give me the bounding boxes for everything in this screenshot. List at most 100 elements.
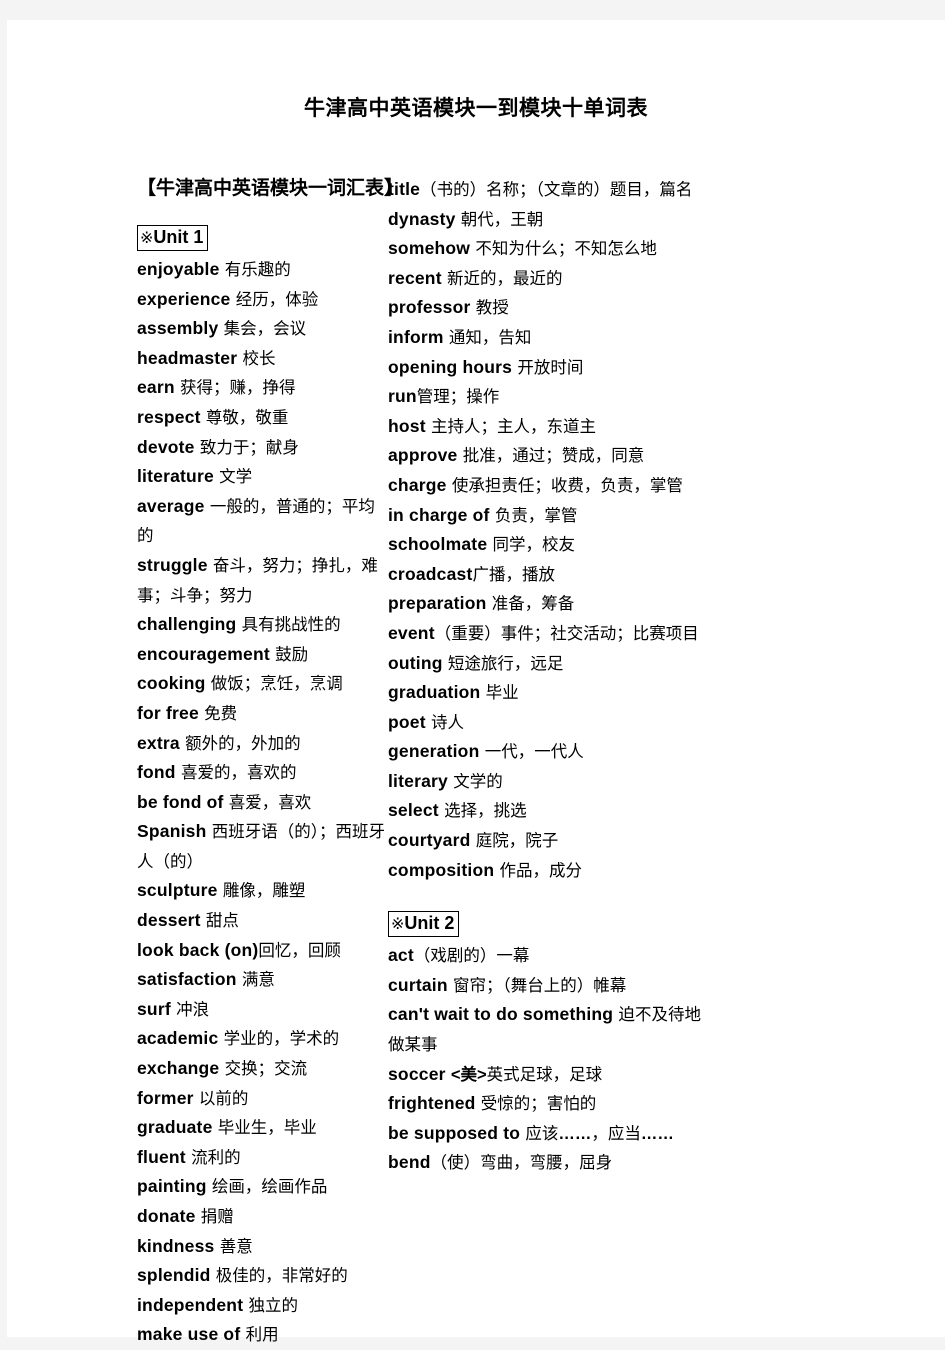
vocabulary-entry: bend（使）弯曲，弯腰，屈身: [388, 1148, 713, 1178]
page-title: 牛津高中英语模块一到模块十单词表: [304, 97, 648, 120]
vocabulary-entry: be supposed to 应该……，应当……: [388, 1119, 713, 1149]
vocabulary-entry: opening hours 开放时间: [388, 353, 713, 383]
entry-gloss: 毕业: [480, 683, 519, 703]
vocabulary-entry: outing 短途旅行，远足: [388, 649, 713, 679]
entry-gloss: 通知，告知: [443, 327, 532, 347]
vocabulary-entry: professor 教授: [388, 293, 713, 323]
entry-word: preparation: [388, 593, 487, 614]
entry-gloss: 捐赠: [195, 1207, 234, 1226]
reference-mark-icon: ※: [391, 914, 405, 934]
entry-word: professor: [388, 297, 471, 318]
entry-gloss: 善意: [214, 1236, 253, 1256]
page-background: 牛津高中英语模块一到模块十单词表 【牛津高中英语模块一词汇表】 ※Unit 1 …: [0, 0, 945, 1344]
vocabulary-entry: run管理；操作: [388, 382, 713, 412]
entry-gloss: 新近的，最近的: [441, 268, 563, 288]
entry-word: run: [388, 386, 417, 407]
entry-gloss: 作品，成分: [494, 860, 582, 880]
entry-word: event: [388, 622, 435, 643]
entry-word: be supposed to: [388, 1122, 521, 1143]
entry-gloss: 利用: [240, 1325, 279, 1345]
vocabulary-entry: make use of 利用: [137, 1320, 388, 1350]
vocabulary-entry: preparation 准备，筹备: [388, 589, 713, 619]
entry-word: approve: [388, 445, 458, 466]
entry-gloss: 负责，掌管: [489, 505, 578, 525]
entry-gloss: 朝代，王朝: [455, 209, 544, 229]
entry-gloss: （书的）名称；（文章的）题目，篇名: [420, 180, 693, 199]
entry-gloss: <美>英式足球，足球: [450, 1064, 603, 1084]
right-column-unit1-entries: title（书的）名称；（文章的）题目，篇名 dynasty 朝代，王朝 someh…: [388, 175, 713, 885]
vocabulary-entry: can't wait to do something 迫不及待地做某事: [388, 1000, 713, 1059]
vocabulary-entry: event（重要）事件；社交活动；比赛项目: [388, 619, 713, 649]
entry-gloss: 诗人: [425, 712, 464, 732]
entry-word: make use of: [137, 1324, 241, 1345]
vocabulary-entry: act（戏剧的）一幕: [388, 941, 713, 971]
entry-word: poet: [388, 711, 426, 732]
vocabulary-entry: host 主持人；主人，东道主: [388, 412, 713, 442]
entry-gloss: 使承担责任；收费，负责，掌管: [446, 475, 683, 495]
entry-word: generation: [388, 741, 480, 762]
entry-gloss: 窗帘；（舞台上的）帷幕: [447, 975, 627, 995]
entry-gloss: 独立的: [243, 1295, 298, 1315]
entry-word: inform: [388, 326, 444, 347]
entry-word: recent: [388, 267, 442, 288]
vocabulary-entry: approve 批准，通过；赞成，同意: [388, 441, 713, 471]
entry-gloss: 不知为什么；不知怎么地: [470, 239, 657, 259]
entry-word: courtyard: [388, 830, 471, 851]
vocabulary-entry: charge 使承担责任；收费，负责，掌管: [388, 471, 713, 501]
entry-gloss: 极佳的，非常好的: [210, 1266, 348, 1286]
two-column-body: 【牛津高中英语模块一词汇表】 ※Unit 1 enjoyable 有乐趣的 exp…: [7, 175, 945, 1350]
entry-word: act: [388, 945, 414, 966]
entry-gloss: （戏剧的）一幕: [413, 946, 530, 966]
vocabulary-entry: inform 通知，告知: [388, 323, 713, 353]
vocabulary-entry: somehow 不知为什么；不知怎么地: [388, 234, 713, 264]
vocabulary-entry: recent 新近的，最近的: [388, 264, 713, 294]
entry-word: kindness: [137, 1235, 215, 1256]
entry-word: charge: [388, 474, 447, 495]
vocabulary-entry: splendid 极佳的，非常好的: [137, 1261, 388, 1291]
entry-word: title: [388, 179, 421, 199]
entry-word: frightened: [388, 1093, 476, 1114]
entry-gloss: 受惊的；害怕的: [475, 1094, 597, 1114]
entry-gloss: 管理；操作: [416, 387, 500, 407]
entry-gloss: 选择，挑选: [438, 801, 527, 821]
entry-gloss: 准备，筹备: [486, 594, 575, 614]
right-column-unit2-entries: act（戏剧的）一幕 curtain 窗帘；（舞台上的）帷幕 can't wait …: [388, 941, 713, 1178]
entry-gloss: 应该……，应当……: [520, 1123, 674, 1143]
entry-word: literary: [388, 770, 448, 791]
vocabulary-entry: graduation 毕业: [388, 678, 713, 708]
vocabulary-entry: generation 一代，一代人: [388, 737, 713, 767]
entry-word: composition: [388, 859, 495, 880]
vocabulary-entry: composition 作品，成分: [388, 856, 713, 886]
entry-gloss: 文学的: [447, 771, 503, 791]
vocabulary-entry: select 选择，挑选: [388, 796, 713, 826]
vocabulary-entry: donate 捐赠: [137, 1202, 388, 1232]
entry-word: bend: [388, 1152, 431, 1173]
entry-gloss: 批准，通过；赞成，同意: [457, 446, 645, 466]
entry-word: graduation: [388, 682, 481, 703]
entry-gloss: 绘画，绘画作品: [206, 1177, 328, 1197]
vocabulary-entry: schoolmate 同学，校友: [388, 530, 713, 560]
entry-gloss: 广播，播放: [472, 564, 555, 584]
vocabulary-entry: poet 诗人: [388, 708, 713, 738]
vocabulary-entry: frightened 受惊的；害怕的: [388, 1089, 713, 1119]
right-column: title（书的）名称；（文章的）题目，篇名 dynasty 朝代，王朝 someh…: [7, 175, 701, 1178]
entry-gloss: （重要）事件；社交活动；比赛项目: [434, 623, 699, 643]
entry-word: independent: [137, 1294, 244, 1315]
entry-word: somehow: [388, 238, 471, 259]
entry-gloss: （使）弯曲，弯腰，屈身: [430, 1153, 613, 1173]
entry-gloss: 庭院，院子: [470, 831, 559, 851]
entry-word: host: [388, 415, 426, 436]
unit-2-text: Unit 2: [404, 913, 455, 934]
vocabulary-entry: croadcast广播，播放: [388, 560, 713, 590]
unit-2-label: ※Unit 2: [388, 911, 460, 938]
vocabulary-entry: kindness 善意: [137, 1232, 388, 1262]
entry-word: outing: [388, 652, 443, 673]
entry-gloss: 教授: [470, 298, 509, 318]
entry-word: in charge of: [388, 504, 490, 525]
entry-word: curtain: [388, 974, 448, 995]
vocabulary-entry: independent 独立的: [137, 1291, 388, 1321]
document-page: 牛津高中英语模块一到模块十单词表 【牛津高中英语模块一词汇表】 ※Unit 1 …: [7, 20, 945, 1344]
entry-word: opening hours: [388, 356, 513, 377]
entry-word: donate: [137, 1206, 196, 1226]
entry-word: splendid: [137, 1265, 211, 1286]
